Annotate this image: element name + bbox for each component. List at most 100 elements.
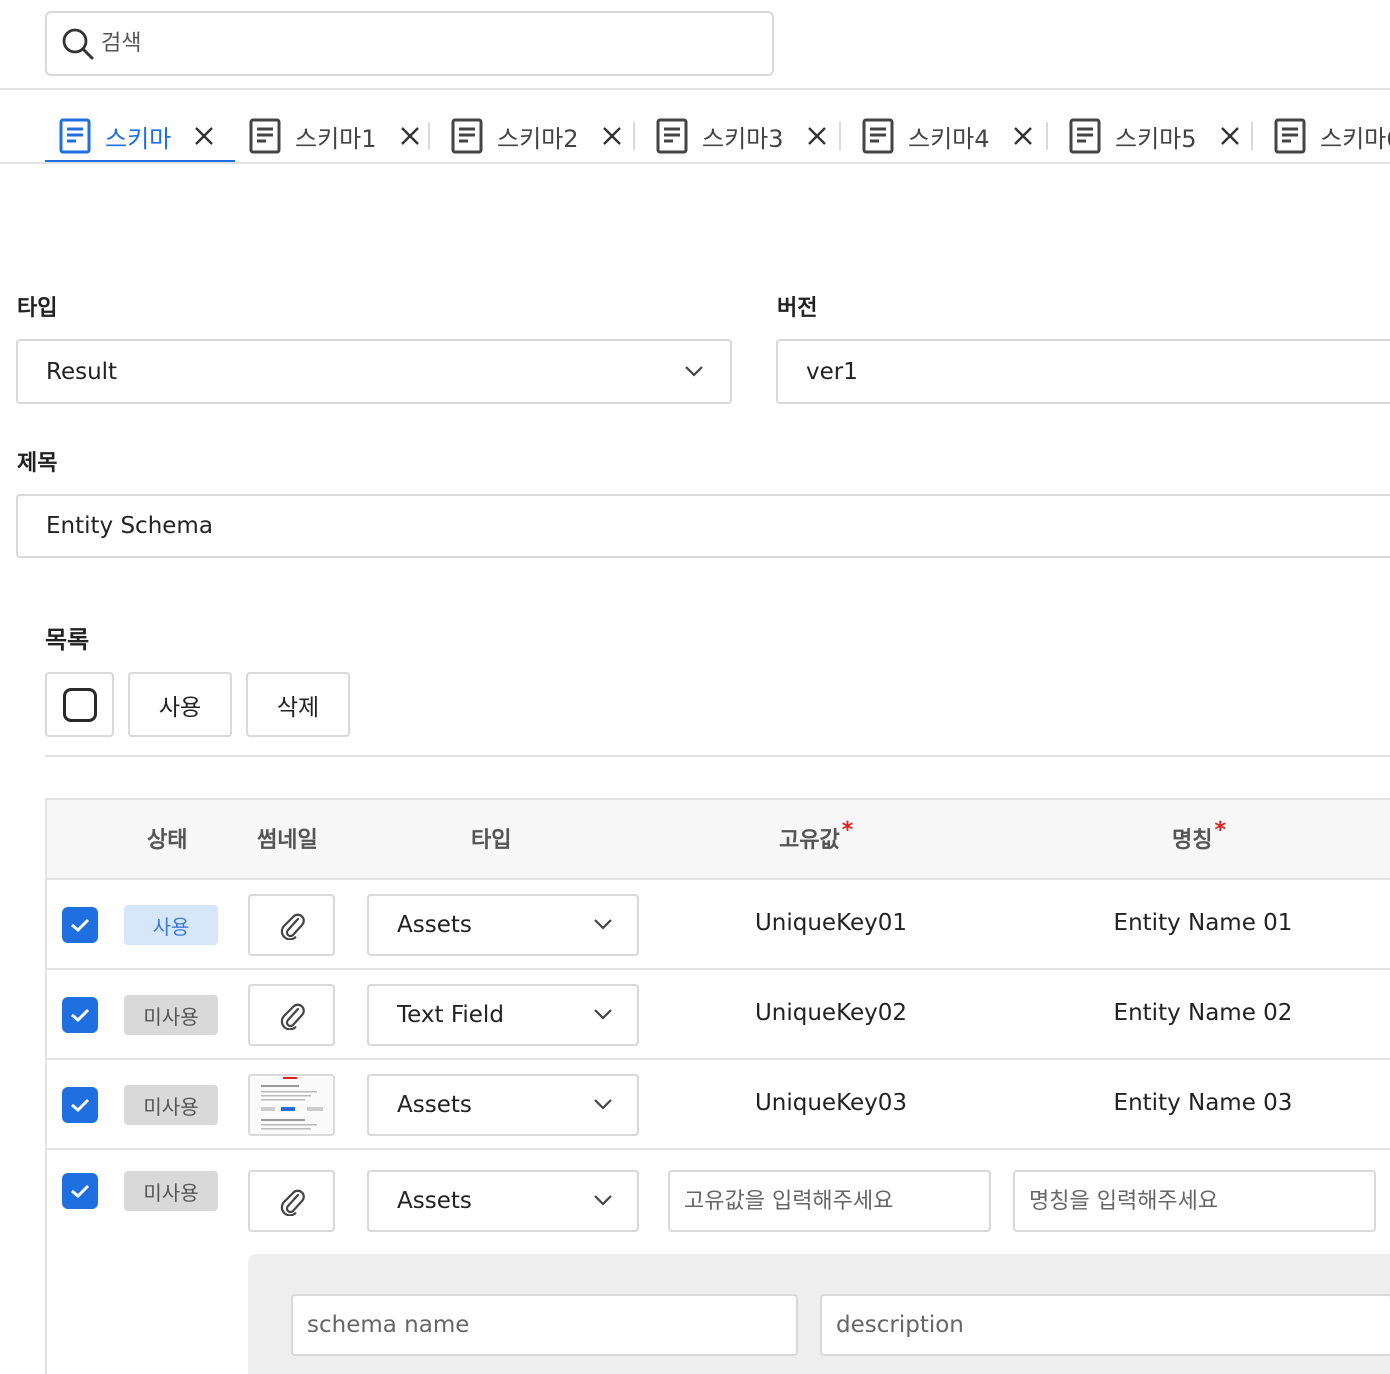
version-value: ver1 [806,358,858,385]
paperclip-icon [280,913,305,940]
tab-schema5[interactable]: 스키마5 [1069,108,1241,162]
active-tab-indicator [45,160,235,162]
table-row: 사용 Assets UniqueKey01 Entity Name 01 [47,880,1390,970]
status-badge: 미사용 [124,1171,218,1211]
tab-schema6[interactable]: 스키마6 [1274,108,1390,162]
tab-label: 스키마6 [1320,124,1390,153]
type-dropdown-value: Assets [397,1092,472,1118]
document-icon [451,118,483,154]
document-icon [862,118,894,154]
name-input[interactable] [1013,1170,1376,1232]
type-dropdown-value: Text Field [397,1002,504,1028]
status-badge: 사용 [124,905,218,945]
thumbnail-upload[interactable] [248,984,335,1046]
version-field[interactable]: ver1 [776,339,1390,404]
required-mark: * [1214,818,1226,843]
search-input[interactable] [101,31,701,56]
close-icon[interactable] [1012,125,1034,147]
check-icon [71,1184,90,1199]
tab-label: 스키마5 [1115,124,1197,153]
type-dropdown[interactable]: Assets [367,1074,639,1136]
row-checkbox[interactable] [62,907,98,943]
tab-label: 스키마2 [497,124,579,153]
close-icon[interactable] [806,125,828,147]
header-name-label: 명칭 [1172,828,1213,853]
unique-key-cell: UniqueKey01 [754,910,908,936]
tab-schema3[interactable]: 스키마3 [656,108,828,162]
list-title: 목록 [45,626,90,654]
close-icon[interactable] [193,125,215,147]
tab-separator [1251,122,1253,150]
unique-key-input[interactable] [668,1170,991,1232]
table-row: 미사용 Text Field UniqueKey02 Entity Name 0… [47,970,1390,1060]
tab-label: 스키마1 [295,124,377,153]
status-badge: 미사용 [124,1085,218,1125]
name-cell: Entity Name 01 [1113,910,1293,936]
version-label: 버전 [777,296,818,321]
name-cell: Entity Name 03 [1113,1090,1293,1116]
tab-separator [839,122,841,150]
tab-schema[interactable]: 스키마 [59,108,215,162]
tab-schema2[interactable]: 스키마2 [451,108,623,162]
chevron-down-icon [594,1009,612,1020]
type-dropdown[interactable]: Assets [367,1170,639,1232]
thumbnail-upload[interactable] [248,894,335,956]
row-checkbox[interactable] [62,1173,98,1209]
thumbnail-upload[interactable] [248,1170,335,1232]
unique-key-cell: UniqueKey03 [754,1090,908,1116]
check-icon [71,1098,90,1113]
thumbnail-image[interactable] [248,1074,335,1136]
title-field[interactable]: Entity Schema [16,494,1390,558]
document-icon [1069,118,1101,154]
header-unique-key-label: 고유값 [779,828,840,853]
type-dropdown[interactable]: Text Field [367,984,639,1046]
chevron-down-icon [594,919,612,930]
table-header: 상태 썸네일 타입 고유값* 명칭* [47,800,1390,880]
document-icon [249,118,281,154]
header-name: 명칭* [1172,818,1226,854]
header-thumbnail: 썸네일 [257,828,318,853]
row-checkbox[interactable] [62,1087,98,1123]
type-dropdown-value: Assets [397,1188,472,1214]
name-cell: Entity Name 02 [1113,1000,1293,1026]
type-dropdown-value: Assets [397,912,472,938]
schema-detail-panel [248,1254,1390,1374]
header-status: 상태 [147,828,188,853]
header-unique-key: 고유값* [779,818,853,854]
close-icon[interactable] [601,125,623,147]
paperclip-icon [280,1189,305,1216]
tab-separator [633,122,635,150]
header-type: 타입 [471,828,512,853]
document-icon [1274,118,1306,154]
tab-label: 스키마 [105,124,172,153]
tab-schema4[interactable]: 스키마4 [862,108,1034,162]
schema-name-input[interactable] [291,1294,798,1356]
type-select[interactable]: Result [16,339,732,404]
tab-separator [428,122,430,150]
title-value: Entity Schema [46,513,213,539]
close-icon[interactable] [399,125,421,147]
close-icon[interactable] [1219,125,1241,147]
document-icon [656,118,688,154]
description-input[interactable] [820,1294,1390,1356]
checkbox-unchecked-icon [62,687,97,722]
paperclip-icon [280,1003,305,1030]
unique-key-cell: UniqueKey02 [754,1000,908,1026]
chevron-down-icon [685,366,703,377]
chevron-down-icon [594,1099,612,1110]
check-icon [71,918,90,933]
select-all-checkbox[interactable] [45,672,114,737]
list-divider [45,755,1390,757]
search-bar[interactable] [45,11,774,76]
tab-schema1[interactable]: 스키마1 [249,108,421,162]
row-checkbox[interactable] [62,997,98,1033]
type-dropdown[interactable]: Assets [367,894,639,956]
title-label: 제목 [17,451,58,476]
use-button[interactable]: 사용 [128,672,232,737]
tab-bar: 스키마 스키마1 스키마2 스키마3 스키마4 스키마5 스키마6 [0,108,1390,164]
delete-button[interactable]: 삭제 [246,672,350,737]
check-icon [71,1008,90,1023]
document-icon [59,118,91,154]
tab-separator [1046,122,1048,150]
document-preview-icon [251,1077,332,1133]
